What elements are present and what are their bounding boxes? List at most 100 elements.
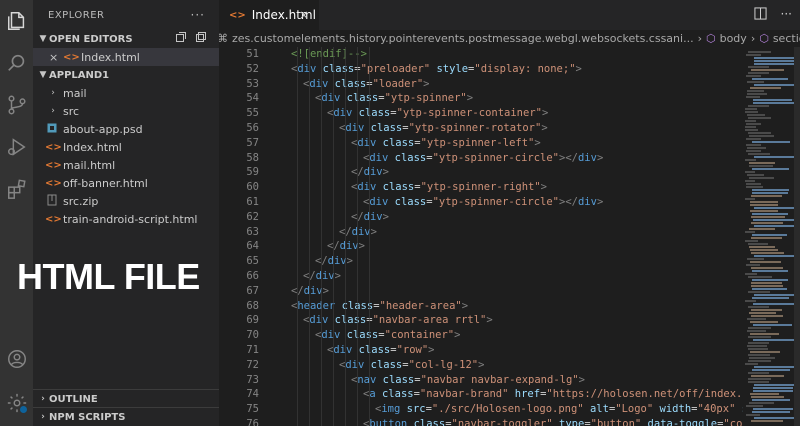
new-untitled-file-icon[interactable]: [175, 31, 187, 43]
code-token: "ytp-spinner": [384, 92, 467, 105]
minimap-line: [754, 57, 798, 59]
code-token: div: [297, 62, 317, 75]
line-number: 57: [246, 136, 259, 149]
settings-gear-icon[interactable]: [4, 390, 29, 415]
code-token: [endif]: [303, 48, 348, 60]
run-debug-icon[interactable]: [4, 134, 29, 159]
code-token: class: [334, 314, 367, 327]
code-token: class: [382, 373, 415, 386]
close-icon[interactable]: ×: [49, 51, 61, 64]
minimap-line: [750, 210, 778, 212]
extensions-icon[interactable]: [4, 176, 29, 201]
minimap-line: [750, 204, 778, 206]
files-icon[interactable]: [4, 8, 29, 33]
minimap-line: [751, 282, 782, 284]
code-line: <![endif]-->: [291, 47, 743, 62]
line-number: 73: [246, 373, 259, 386]
code-token: href: [514, 388, 541, 401]
minimap-line: [752, 297, 789, 299]
more-actions-icon[interactable]: ···: [191, 8, 205, 22]
minimap-line: [747, 81, 764, 83]
file-tree-label: off-banner.html: [63, 176, 148, 190]
editor-scrollbar[interactable]: [794, 47, 800, 426]
open-editor-item[interactable]: × <> Index.html: [33, 48, 219, 66]
breadcrumb-item[interactable]: zes.customelements.history.pointerevents…: [232, 32, 694, 45]
file-tree-label: Index.html: [63, 140, 122, 154]
zip-file-icon: [45, 194, 59, 209]
code-token: "navbar-toggler": [451, 417, 553, 426]
file-off-banner-html[interactable]: <> off-banner.html: [33, 174, 219, 192]
minimap[interactable]: [743, 47, 800, 426]
code-editor[interactable]: <![endif]--><div class="preloader" style…: [291, 47, 743, 426]
file-mail-html[interactable]: <> mail.html: [33, 156, 219, 174]
minimap-line: [753, 408, 793, 410]
close-icon[interactable]: ×: [299, 8, 309, 22]
code-line: <div class="ytp-spinner-circle"></div>: [291, 195, 743, 210]
code-token: div: [357, 181, 377, 194]
minimap-line: [748, 354, 770, 356]
breadcrumb-item[interactable]: body: [720, 32, 747, 45]
minimap-line: [751, 195, 782, 197]
code-token: >: [466, 92, 474, 105]
more-actions-icon[interactable]: ···: [781, 7, 792, 23]
minimap-line: [748, 306, 769, 308]
minimap-line: [752, 288, 787, 290]
minimap-line: [746, 54, 761, 56]
account-icon[interactable]: [4, 346, 29, 371]
chevron-right-icon: ›: [697, 32, 702, 45]
minimap-line: [749, 357, 775, 359]
code-line: </div>: [291, 165, 743, 180]
code-token: >: [575, 62, 582, 75]
chevron-right-icon: ›: [750, 32, 756, 45]
file-about-app-psd[interactable]: about-app.psd: [33, 120, 219, 138]
code-token: div: [357, 136, 377, 149]
tab-index-html[interactable]: <> Index.html ×: [219, 0, 319, 30]
code-token: img: [381, 403, 401, 416]
folder-src[interactable]: › src: [33, 102, 219, 120]
code-token: type: [559, 417, 585, 426]
code-token: "https://holosen.net/off/index.html": [546, 388, 743, 401]
code-token: class: [334, 77, 367, 90]
npm-scripts-section[interactable]: › NPM SCRIPTS: [33, 407, 219, 426]
explorer-title-label: EXPLORER: [48, 9, 105, 21]
code-line: </div>: [291, 210, 743, 225]
minimap-line: [746, 150, 761, 152]
code-token: >: [382, 166, 389, 179]
minimap-line: [747, 114, 765, 116]
project-header[interactable]: ▼ APPLAND1: [33, 66, 219, 84]
code-token: >: [346, 255, 353, 268]
line-number: 65: [246, 255, 259, 268]
line-number: 62: [246, 210, 259, 223]
minimap-line: [751, 252, 784, 254]
source-control-icon[interactable]: [4, 92, 29, 117]
indent-guide: [369, 47, 370, 426]
update-badge-icon: [19, 405, 28, 414]
code-token: >: [322, 284, 329, 297]
minimap-line: [748, 72, 769, 74]
code-token: "loader": [372, 77, 424, 90]
code-token: "navbar-area rrtl": [372, 314, 487, 327]
code-line: <div class="ytp-spinner-circle"></div>: [291, 151, 743, 166]
outline-section[interactable]: › OUTLINE: [33, 389, 219, 408]
indent-guide: [321, 47, 322, 426]
minimap-line: [750, 87, 781, 89]
open-editors-label: OPEN EDITORS: [49, 33, 133, 45]
minimap-line: [749, 135, 774, 137]
minimap-line: [745, 363, 758, 365]
save-all-icon[interactable]: [195, 31, 207, 43]
file-index-html[interactable]: <> Index.html: [33, 138, 219, 156]
indent-guide: [357, 47, 358, 426]
file-train-android-script-html[interactable]: <> train-android-script.html: [33, 210, 219, 228]
split-editor-icon[interactable]: [753, 7, 767, 23]
search-icon[interactable]: [4, 50, 29, 75]
folder-mail[interactable]: › mail: [33, 84, 219, 102]
code-token: width: [659, 403, 692, 416]
minimap-line: [751, 267, 783, 269]
overlay-caption: HTML FILE: [17, 256, 200, 297]
breadcrumb-item[interactable]: section.pt-70.pb-120.: [773, 32, 800, 45]
code-token: button: [369, 417, 408, 426]
line-number: 56: [246, 121, 259, 134]
code-line: <button class="navbar-toggler" type="but…: [291, 417, 743, 426]
file-src-zip[interactable]: src.zip: [33, 192, 219, 210]
code-line: <div class="ytp-spinner-left">: [291, 136, 743, 151]
